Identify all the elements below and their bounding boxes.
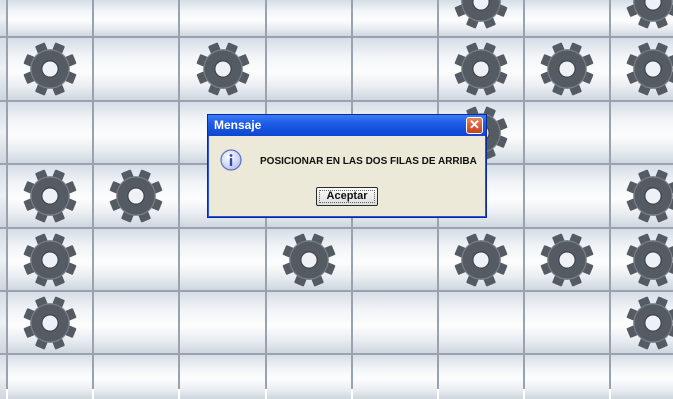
board-cell[interactable] bbox=[0, 292, 6, 353]
gear-icon bbox=[23, 42, 77, 96]
board-cell[interactable] bbox=[439, 0, 523, 36]
gear-icon bbox=[196, 42, 249, 96]
gear-icon bbox=[454, 233, 508, 286]
board-cell[interactable] bbox=[611, 165, 673, 227]
board-cell[interactable] bbox=[611, 229, 673, 290]
board-cell[interactable] bbox=[611, 355, 673, 399]
board-cell[interactable] bbox=[525, 292, 609, 353]
board-cell[interactable] bbox=[525, 38, 609, 100]
board-cell[interactable] bbox=[0, 355, 6, 399]
board-cell[interactable] bbox=[267, 292, 351, 353]
board-cell[interactable] bbox=[525, 165, 609, 227]
board-cell[interactable] bbox=[267, 0, 351, 36]
board-cell[interactable] bbox=[8, 0, 92, 36]
board-cell[interactable] bbox=[353, 0, 437, 36]
board-cell[interactable] bbox=[94, 229, 178, 290]
board-cell[interactable] bbox=[8, 292, 92, 353]
board-cell[interactable] bbox=[439, 292, 523, 353]
board-cell[interactable] bbox=[439, 229, 523, 290]
board-cell[interactable] bbox=[0, 38, 6, 100]
accept-button[interactable]: Aceptar bbox=[316, 187, 378, 206]
board-cell[interactable] bbox=[94, 102, 178, 163]
board-cell[interactable] bbox=[611, 38, 673, 100]
board-cell[interactable] bbox=[525, 102, 609, 163]
board-cell[interactable] bbox=[439, 38, 523, 100]
gear-icon bbox=[23, 233, 77, 286]
gear-icon bbox=[540, 233, 594, 286]
board-cell[interactable] bbox=[8, 165, 92, 227]
gear-icon bbox=[626, 296, 673, 349]
gear-icon bbox=[454, 0, 508, 29]
board-cell[interactable] bbox=[94, 292, 178, 353]
board-cell[interactable] bbox=[267, 229, 351, 290]
board-cell[interactable] bbox=[94, 165, 178, 227]
board-cell[interactable] bbox=[94, 0, 178, 36]
board-cell[interactable] bbox=[8, 229, 92, 290]
board-cell[interactable] bbox=[180, 0, 265, 36]
gear-icon bbox=[109, 169, 163, 223]
board-cell[interactable] bbox=[353, 355, 437, 399]
board-cell[interactable] bbox=[611, 102, 673, 163]
board-cell[interactable] bbox=[0, 229, 6, 290]
board-cell[interactable] bbox=[525, 229, 609, 290]
gear-icon bbox=[626, 169, 673, 223]
board-cell[interactable] bbox=[94, 38, 178, 100]
board-cell[interactable] bbox=[439, 355, 523, 399]
gear-icon bbox=[23, 169, 77, 223]
gear-icon bbox=[626, 42, 673, 96]
info-icon bbox=[220, 149, 242, 171]
gear-icon bbox=[540, 42, 594, 96]
board-cell[interactable] bbox=[525, 0, 609, 36]
gear-icon bbox=[626, 0, 673, 29]
board-cell[interactable] bbox=[611, 0, 673, 36]
board-cell[interactable] bbox=[180, 229, 265, 290]
board-cell[interactable] bbox=[353, 229, 437, 290]
dialog-message: POSICIONAR EN LAS DOS FILAS DE ARRIBA bbox=[260, 156, 477, 167]
message-dialog: Mensaje ✕ POSICIONAR EN LAS DOS FILAS DE… bbox=[207, 114, 487, 218]
board-cell[interactable] bbox=[267, 355, 351, 399]
board-cell[interactable] bbox=[8, 355, 92, 399]
board-cell[interactable] bbox=[353, 292, 437, 353]
board-cell[interactable] bbox=[8, 102, 92, 163]
board-cell[interactable] bbox=[8, 38, 92, 100]
board-cell[interactable] bbox=[0, 165, 6, 227]
gear-icon bbox=[282, 233, 336, 286]
gear-icon bbox=[454, 42, 508, 96]
board-cell[interactable] bbox=[180, 292, 265, 353]
close-button[interactable]: ✕ bbox=[466, 117, 483, 134]
board-cell[interactable] bbox=[353, 38, 437, 100]
dialog-titlebar[interactable]: Mensaje ✕ bbox=[208, 115, 486, 136]
close-icon: ✕ bbox=[469, 117, 480, 132]
board-cell[interactable] bbox=[267, 38, 351, 100]
gear-icon bbox=[626, 233, 673, 286]
board-cell[interactable] bbox=[94, 355, 178, 399]
dialog-title: Mensaje bbox=[214, 118, 262, 132]
board-cell[interactable] bbox=[180, 355, 265, 399]
board-cell[interactable] bbox=[0, 102, 6, 163]
board-cell[interactable] bbox=[180, 38, 265, 100]
board-cell[interactable] bbox=[0, 0, 6, 36]
board-cell[interactable] bbox=[611, 292, 673, 353]
board-cell[interactable] bbox=[525, 355, 609, 399]
gear-icon bbox=[23, 296, 77, 349]
focus-ring bbox=[319, 190, 375, 203]
